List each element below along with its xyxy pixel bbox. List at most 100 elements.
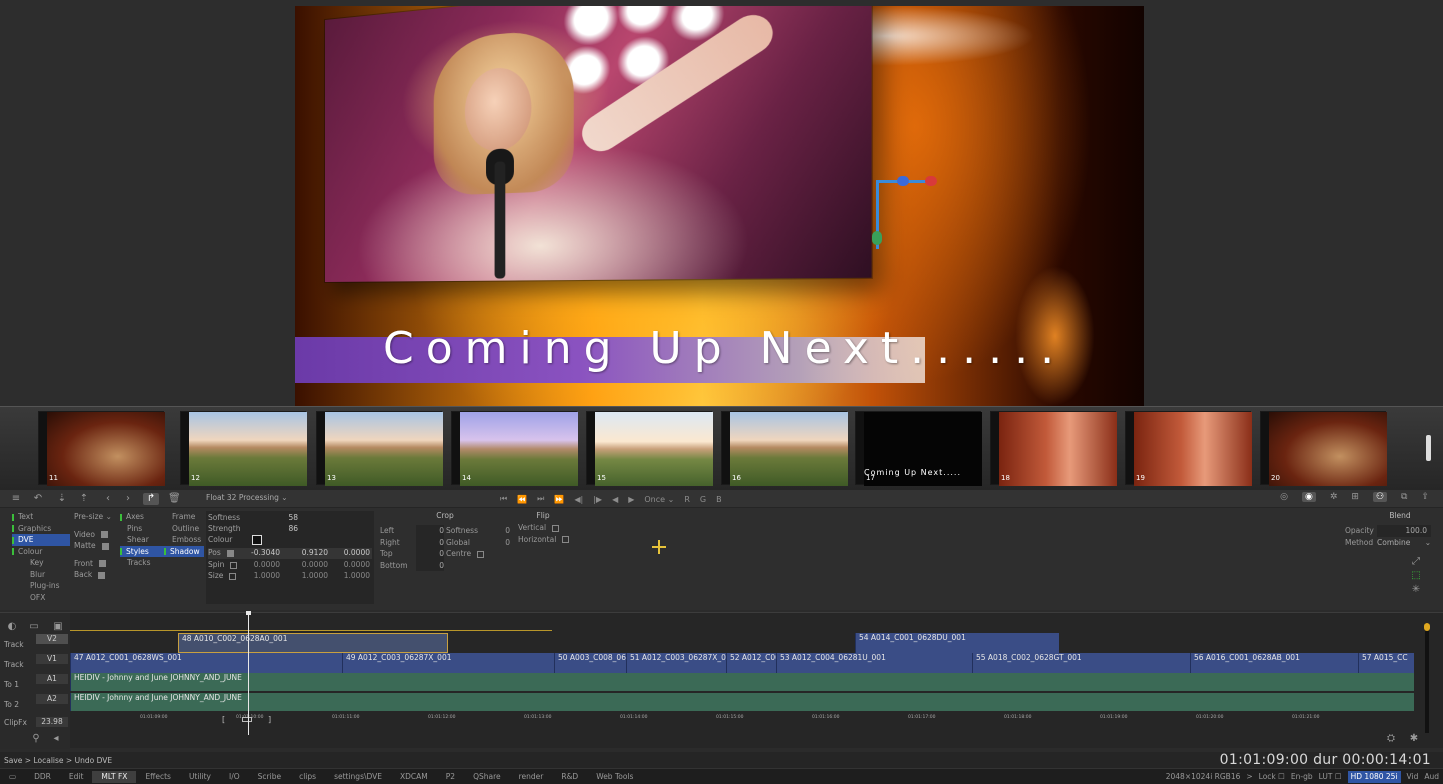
export-icon[interactable]: ⇪ (1421, 492, 1429, 502)
timeline-scroll-thumb[interactable] (1424, 623, 1430, 631)
centre-checkbox[interactable] (477, 550, 485, 558)
clip-icon[interactable]: ◐ (6, 621, 18, 633)
link-icon[interactable]: ⛭ (1385, 733, 1397, 745)
style-emboss[interactable]: Emboss (164, 534, 204, 546)
thumbnail-17[interactable]: Coming Up Next..... 17 (855, 411, 982, 486)
fit-icon[interactable]: ⤢ (1410, 556, 1422, 568)
v1-clip-57[interactable]: 57 A015_CC (1358, 653, 1414, 673)
style-frame[interactable]: Frame (164, 511, 204, 523)
out-bracket[interactable]: ] (268, 715, 271, 724)
size-y-value[interactable]: 1.0000 (286, 571, 328, 580)
timeline[interactable]: ◐ ▭ ▣ Track V2 Track V1 To 1 A1 To 2 A2 … (0, 611, 1443, 749)
step-back-button[interactable]: ◀| (574, 495, 583, 504)
frame-marker-icon[interactable] (242, 717, 252, 722)
fast-forward-button[interactable]: ⏩ (554, 495, 564, 504)
crumb-save[interactable]: Save (4, 756, 22, 765)
crop-right-value[interactable]: 0 (416, 537, 444, 549)
undo-icon[interactable]: ↶ (32, 493, 44, 505)
softness-value[interactable]: 58 (256, 513, 298, 522)
source-matte[interactable]: Matte (74, 540, 122, 552)
play-button[interactable]: ▶ (628, 495, 634, 504)
language-toggle[interactable]: En-gb (1291, 771, 1313, 783)
flip-horizontal-checkbox[interactable] (562, 536, 570, 543)
flip-horizontal[interactable]: Horizontal (518, 534, 578, 546)
crop-softness-value[interactable]: 0 (505, 525, 510, 537)
track-a1[interactable]: A1 (36, 674, 68, 684)
viewer-panel[interactable]: Coming Up Next...... (0, 0, 1443, 406)
clip-thumbnail-strip[interactable]: 11 12 13 14 15 16 Coming Up Next..... 17 18 19 20 (0, 406, 1443, 490)
track-v2[interactable]: V2 (36, 634, 68, 644)
thumbnail-12[interactable]: 12 (180, 411, 307, 486)
tool-axes[interactable]: Axes (120, 511, 164, 523)
safe-area-icon[interactable]: ⬚ (1410, 570, 1422, 582)
presize-select[interactable]: Pre-size ⌄ (74, 511, 122, 523)
menu-icon[interactable]: ≡ (10, 493, 22, 505)
playhead[interactable] (248, 613, 249, 735)
gizmo-y-handle[interactable] (872, 231, 882, 245)
category-key[interactable]: Key (12, 557, 70, 569)
thumbnail-scrollbar[interactable] (1426, 435, 1431, 461)
thumbnail-19[interactable]: 19 (1125, 411, 1252, 486)
style-outline[interactable]: Outline (164, 523, 204, 535)
tab-i-o[interactable]: I/O (220, 771, 249, 783)
a1-audio-clip[interactable]: HEIDIV - Johnny and June JOHNNY_AND_JUNE (70, 673, 1414, 691)
method-select[interactable]: Combine ⌄ (1377, 537, 1431, 549)
track-a2[interactable]: A2 (36, 694, 68, 704)
category-dve[interactable]: DVE (12, 534, 70, 546)
opacity-value[interactable]: 100.0 (1377, 525, 1431, 537)
pos-z-value[interactable]: 0.0000 (328, 548, 370, 557)
front-checkbox[interactable] (98, 560, 106, 567)
viewer-image[interactable]: Coming Up Next...... (295, 6, 1144, 406)
video-standard[interactable]: HD 1080 25i (1347, 771, 1401, 783)
crumb-localise[interactable]: Localise (33, 756, 63, 765)
tool-shear[interactable]: Shear (120, 534, 164, 546)
size-x-value[interactable]: 1.0000 (238, 571, 280, 580)
crop-top-value[interactable]: 0 (416, 548, 444, 560)
spin-checkbox[interactable] (230, 561, 238, 569)
track-v1[interactable]: V1 (36, 654, 68, 664)
tab-web-tools[interactable]: Web Tools (587, 771, 642, 783)
monitor-toggle-icon[interactable]: ▭ (0, 771, 25, 783)
pos-checkbox[interactable] (226, 549, 234, 557)
source-front[interactable]: Front (74, 558, 122, 570)
thumbnail-15[interactable]: 15 (586, 411, 713, 486)
tab-mlt-fx[interactable]: MLT FX (92, 771, 137, 783)
back-checkbox[interactable] (98, 571, 106, 579)
tab-qshare[interactable]: QShare (464, 771, 510, 783)
next-icon[interactable]: › (122, 493, 134, 505)
aud-button[interactable]: Aud (1424, 771, 1439, 783)
marker-icon[interactable]: ⚲ (30, 733, 42, 745)
video-checkbox[interactable] (101, 531, 109, 538)
tab-p2[interactable]: P2 (437, 771, 464, 783)
dve-picture[interactable] (325, 6, 872, 282)
curve-icon[interactable]: ↱ (143, 493, 159, 505)
matte-checkbox[interactable] (101, 542, 109, 550)
thumbnail-11[interactable]: 11 (38, 411, 165, 486)
size-checkbox[interactable] (229, 572, 237, 580)
guides-icon[interactable]: ✳ (1410, 584, 1422, 596)
v2-clip-48[interactable]: 48 A010_C002_0628A0_001 (178, 633, 448, 653)
grid-icon[interactable]: ⊞ (1351, 492, 1359, 502)
v1-clip-56[interactable]: 56 A016_C001_0628AB_001 (1190, 653, 1358, 673)
goto-start-button[interactable]: ⏮ (500, 494, 507, 504)
shadow-colour-swatch[interactable] (252, 535, 262, 545)
channel-r-button[interactable]: R (684, 495, 690, 504)
vid-button[interactable]: Vid (1407, 771, 1419, 783)
v1-clip-55[interactable]: 55 A018_C002_0628GT_001 (972, 653, 1190, 673)
snapshot-icon[interactable]: ⧉ (1401, 492, 1407, 502)
upload-icon[interactable]: ⇡ (78, 493, 90, 505)
tool-tracks[interactable]: Tracks (120, 557, 164, 569)
monitor-icon[interactable]: ▭ (28, 621, 40, 633)
category-ofx[interactable]: OFX (12, 592, 70, 604)
v1-clip-49[interactable]: 49 A012_C003_06287X_001 (342, 653, 554, 673)
timeline-scrollbar[interactable] (1425, 623, 1429, 733)
tab-edit[interactable]: Edit (60, 771, 93, 783)
a2-audio-clip[interactable]: HEIDIV - Johnny and June JOHNNY_AND_JUNE (70, 693, 1414, 711)
prev-icon[interactable]: ‹ (102, 493, 114, 505)
tab-r-d[interactable]: R&D (552, 771, 587, 783)
view-options-icon[interactable]: ◉ (1301, 492, 1316, 502)
processing-select[interactable]: Float 32 Processing ⌄ (206, 493, 288, 502)
source-video[interactable]: Video (74, 529, 122, 541)
trash-icon[interactable]: 🗑 (168, 493, 181, 505)
thumbnail-18[interactable]: 18 (990, 411, 1117, 486)
